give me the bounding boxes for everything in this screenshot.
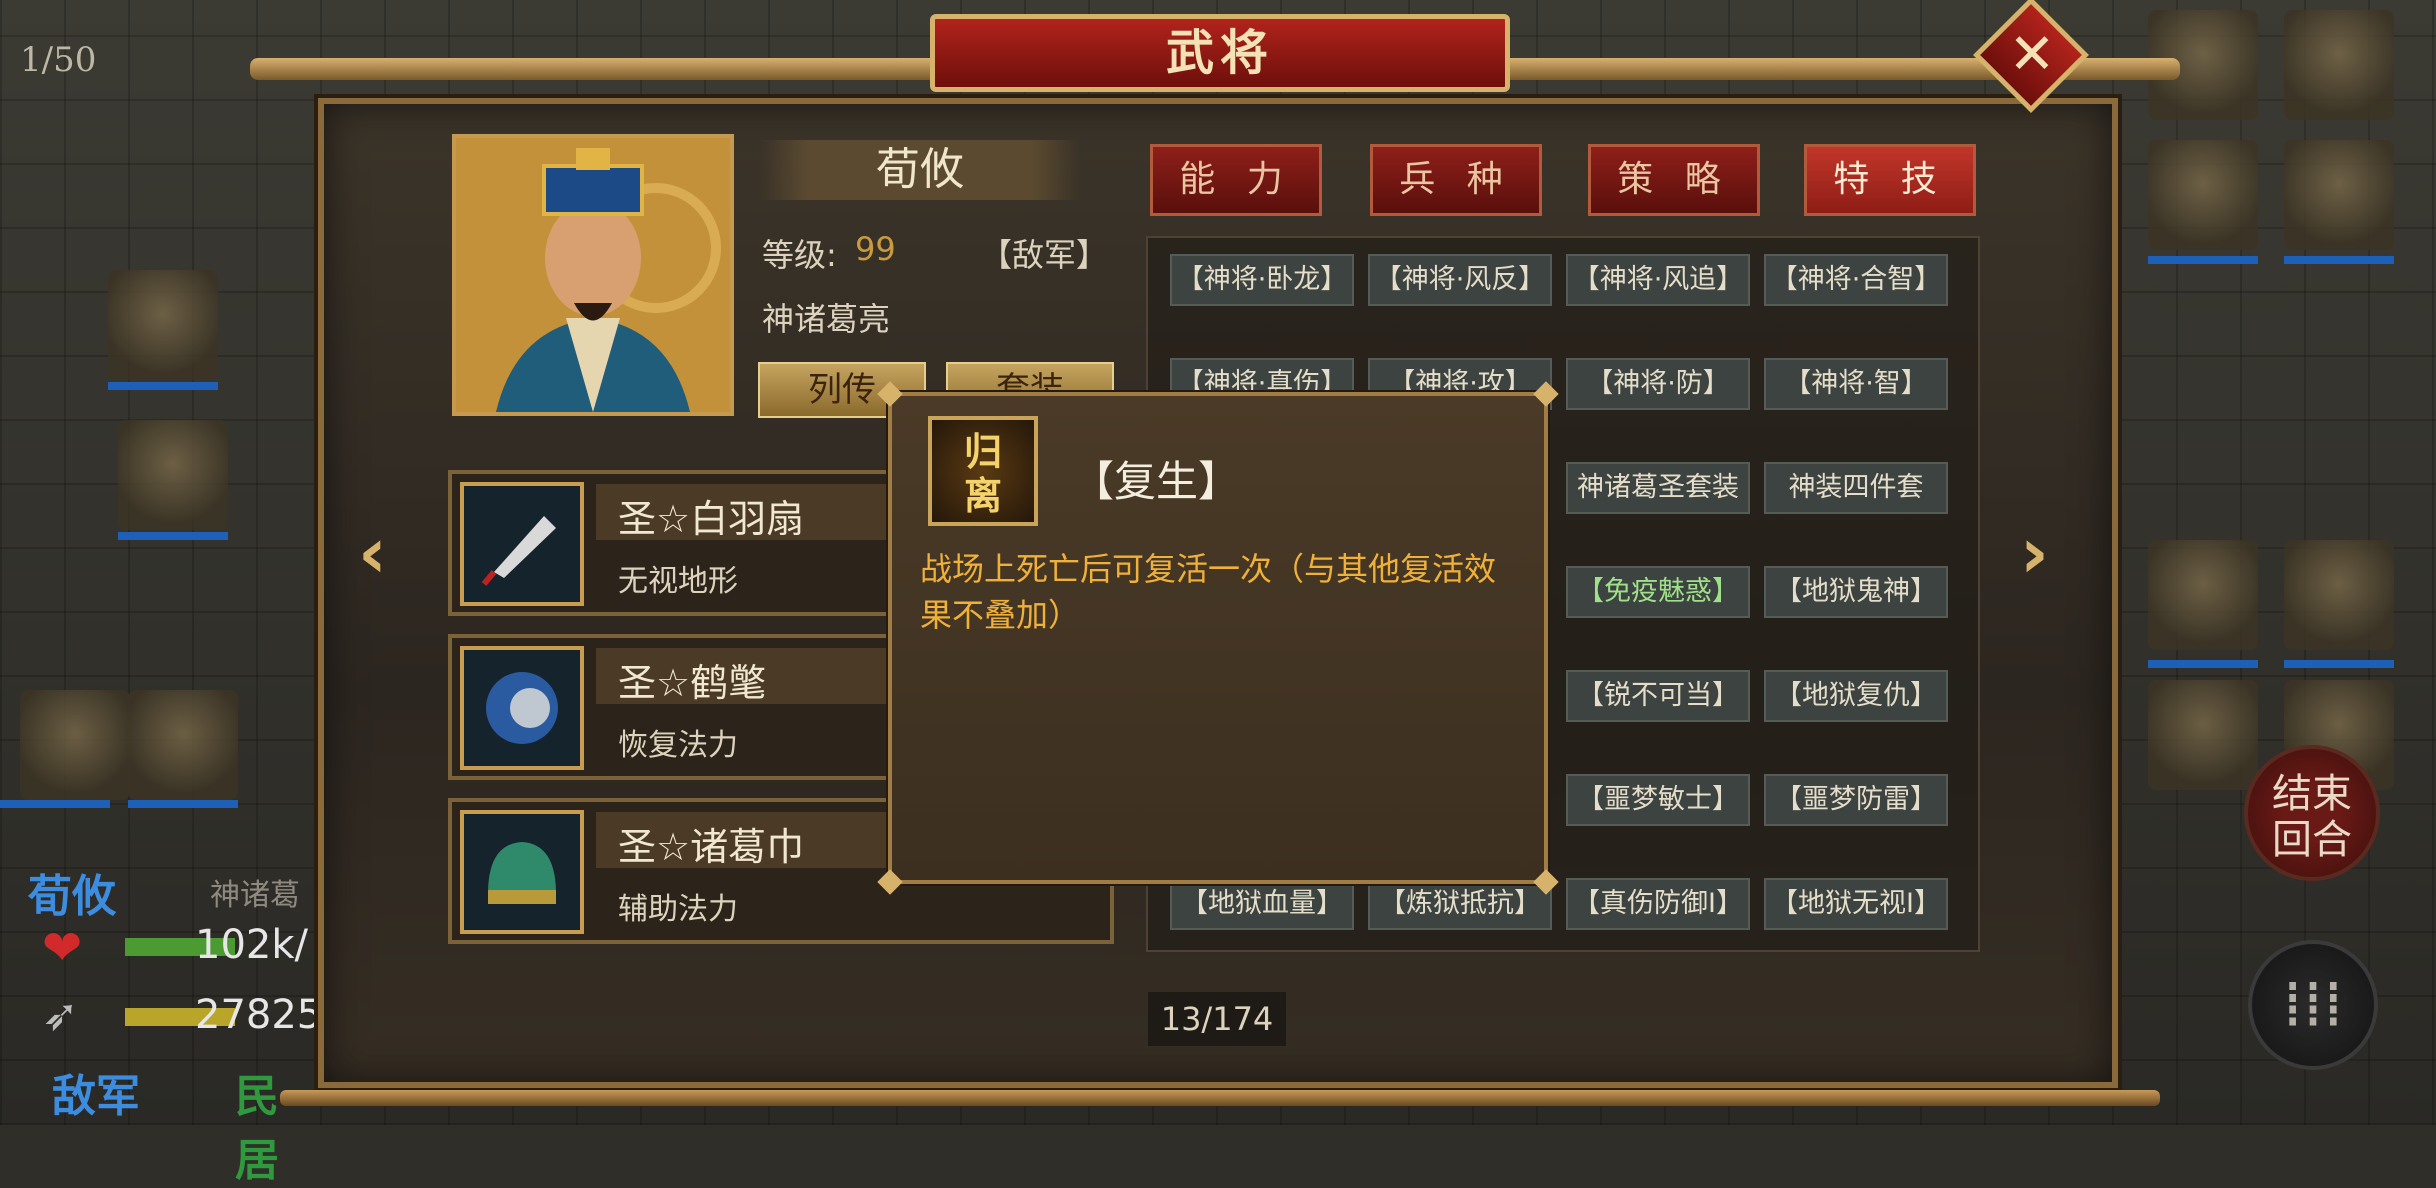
equipment-name: 圣☆白羽扇 bbox=[618, 497, 805, 541]
equipment-effect: 辅助法力 bbox=[618, 892, 738, 927]
unit-sprite[interactable] bbox=[2148, 680, 2258, 790]
hp-value: 102k/ bbox=[195, 922, 308, 968]
skill-tag[interactable]: 【地狱无视Ⅰ】 bbox=[1764, 878, 1948, 930]
skill-tag[interactable]: 【神将·合智】 bbox=[1764, 254, 1948, 306]
end-turn-line1: 结束 bbox=[2272, 771, 2352, 817]
skill-tag[interactable]: 【炼狱抵抗】 bbox=[1368, 878, 1552, 930]
tab-strategy[interactable]: 策 略 bbox=[1588, 144, 1760, 216]
unit-hp-bar bbox=[2148, 660, 2258, 668]
next-arrow-icon[interactable]: › bbox=[2020, 512, 2049, 594]
unit-hp-bar bbox=[2284, 660, 2394, 668]
mp-value: 27825 bbox=[195, 992, 323, 1038]
feather-fan-icon bbox=[460, 482, 584, 606]
unit-sprite[interactable] bbox=[108, 270, 218, 380]
end-turn-button[interactable]: 结束 回合 bbox=[2244, 745, 2380, 881]
skill-tag[interactable]: 【噩梦防雷】 bbox=[1764, 774, 1948, 826]
tab-troop[interactable]: 兵 种 bbox=[1370, 144, 1542, 216]
unit-hp-bar bbox=[128, 800, 238, 808]
unit-hp-bar bbox=[0, 800, 110, 808]
level-label: 等级: bbox=[762, 236, 837, 274]
headscarf-icon bbox=[460, 810, 584, 934]
skill-icon-char: 离 bbox=[963, 474, 1002, 518]
skill-tag[interactable]: 【真伤防御Ⅰ】 bbox=[1566, 878, 1750, 930]
unit-hp-bar bbox=[118, 532, 228, 540]
unit-name: 荀攸 bbox=[28, 871, 116, 922]
unit-sprite[interactable] bbox=[2148, 140, 2258, 250]
cloak-icon bbox=[460, 646, 584, 770]
skill-tag[interactable]: 【神将·风反】 bbox=[1368, 254, 1552, 306]
skill-icon: 归离 bbox=[928, 416, 1038, 526]
skill-tag[interactable]: 神诸葛圣套装 bbox=[1566, 462, 1750, 514]
selected-unit-info: 荀攸 神诸葛 ❤ 102k/ ➶ 27825 敌军 民居 bbox=[20, 860, 323, 1186]
faction-tag: 【敌军】 bbox=[980, 236, 1109, 274]
skill-tooltip: 归离 【复生】 战场上死亡后可复活一次（与其他复活效果不叠加） bbox=[877, 381, 1559, 895]
set-name: 神诸葛亮 bbox=[762, 300, 891, 338]
equipment-effect: 无视地形 bbox=[618, 564, 738, 599]
unit-set-name: 神诸葛 bbox=[210, 878, 300, 913]
tab-skill[interactable]: 特 技 bbox=[1804, 144, 1976, 216]
skill-icon-text: 归离 bbox=[932, 430, 1034, 518]
dialog-title-plate: 武将 bbox=[930, 14, 1510, 92]
tab-ability[interactable]: 能 力 bbox=[1150, 144, 1322, 216]
equipment-effect: 恢复法力 bbox=[618, 728, 738, 763]
unit-sprite[interactable] bbox=[2284, 140, 2394, 250]
unit-sprite[interactable] bbox=[20, 690, 130, 800]
unit-hp-bar bbox=[108, 382, 218, 390]
page-indicator: 13/174 bbox=[1148, 992, 1286, 1046]
skill-tag[interactable]: 【免疫魅惑】 bbox=[1566, 566, 1750, 618]
skill-tag[interactable]: 神装四件套 bbox=[1764, 462, 1948, 514]
unit-sprite[interactable] bbox=[2284, 10, 2394, 120]
unit-sprite[interactable] bbox=[2284, 540, 2394, 650]
skill-tag[interactable]: 【地狱鬼神】 bbox=[1764, 566, 1948, 618]
end-turn-line2: 回合 bbox=[2272, 817, 2352, 863]
skill-tag[interactable]: 【神将·卧龙】 bbox=[1170, 254, 1354, 306]
general-name-plate: 荀攸 bbox=[760, 140, 1080, 200]
skill-tag[interactable]: 【神将·防】 bbox=[1566, 358, 1750, 410]
skill-tag[interactable]: 【神将·智】 bbox=[1764, 358, 1948, 410]
feather-icon: ➶ bbox=[42, 990, 79, 1041]
unit-sprite[interactable] bbox=[118, 420, 228, 530]
skill-tag[interactable]: 【地狱复仇】 bbox=[1764, 670, 1948, 722]
dialog-title: 武将 bbox=[1165, 25, 1274, 81]
menu-button[interactable]: ⁞⁞⁞ bbox=[2248, 940, 2378, 1070]
skill-description: 战场上死亡后可复活一次（与其他复活效果不叠加） bbox=[920, 550, 1497, 634]
dialog-bottom-rail bbox=[280, 1090, 2160, 1106]
heart-icon: ❤ bbox=[42, 920, 83, 976]
prev-arrow-icon[interactable]: ‹ bbox=[358, 512, 387, 594]
unit-sprite[interactable] bbox=[128, 690, 238, 800]
unit-side: 敌军 bbox=[52, 1071, 140, 1122]
skill-tag[interactable]: 【地狱血量】 bbox=[1170, 878, 1354, 930]
portrait-image bbox=[456, 138, 730, 412]
skill-title: 【复生】 bbox=[1072, 457, 1241, 506]
equipment-name: 圣☆诸葛巾 bbox=[618, 825, 805, 869]
close-icon[interactable]: ✕ bbox=[2004, 20, 2060, 90]
unit-sprite[interactable] bbox=[2148, 540, 2258, 650]
general-portrait bbox=[452, 134, 734, 416]
unit-hp-bar bbox=[2148, 256, 2258, 264]
general-name: 荀攸 bbox=[876, 144, 964, 195]
skill-icon-char: 归 bbox=[963, 430, 1002, 474]
skill-tag[interactable]: 【神将·风追】 bbox=[1566, 254, 1750, 306]
terrain-label: 民居 bbox=[235, 1071, 279, 1186]
unit-hp-bar bbox=[2284, 256, 2394, 264]
skill-tag[interactable]: 【噩梦敏士】 bbox=[1566, 774, 1750, 826]
skill-tag[interactable]: 【锐不可当】 bbox=[1566, 670, 1750, 722]
turn-counter: 1/50 bbox=[20, 40, 97, 80]
equipment-name: 圣☆鹤氅 bbox=[618, 661, 767, 705]
level-value: 99 bbox=[855, 230, 896, 268]
